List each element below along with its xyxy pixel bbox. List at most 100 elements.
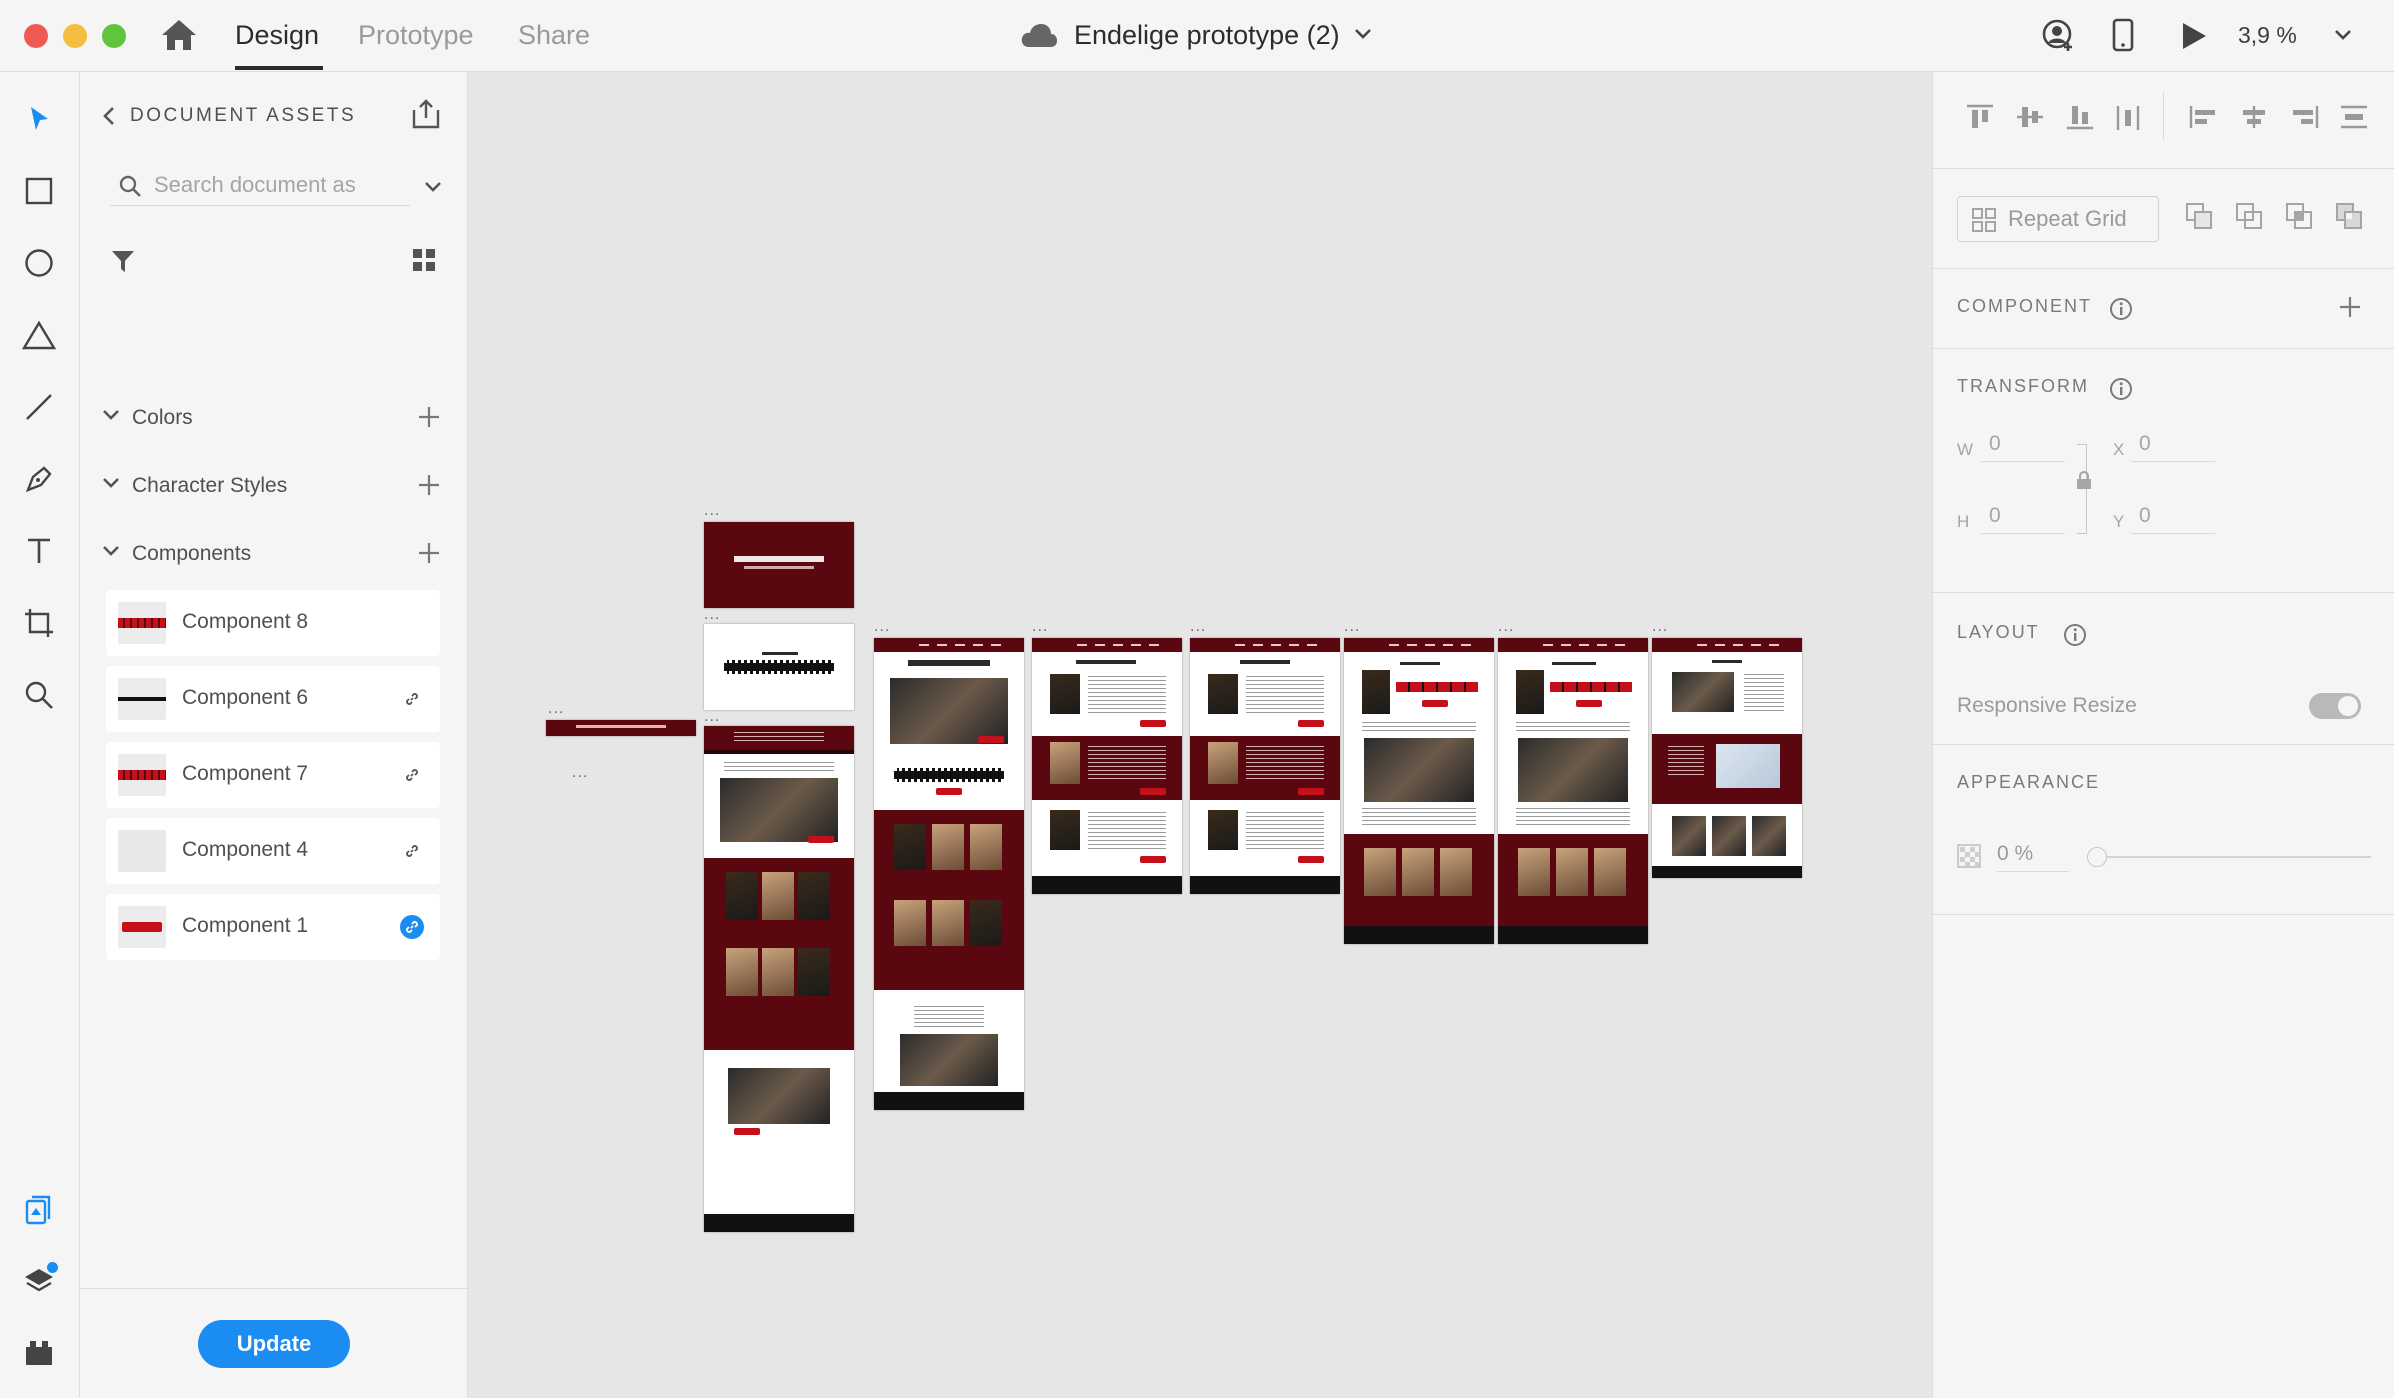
link-icon[interactable] — [400, 915, 424, 939]
component-card[interactable]: Component 1 — [106, 894, 440, 960]
opacity-slider-track[interactable] — [2089, 856, 2371, 858]
artboard-menu[interactable]: ... — [1652, 619, 1668, 635]
tab-prototype[interactable]: Prototype — [358, 20, 474, 51]
component-thumbnail — [118, 830, 166, 872]
layers-icon[interactable] — [20, 1262, 58, 1300]
minimize-window-button[interactable] — [63, 24, 87, 48]
component-card[interactable]: Component 6 — [106, 666, 440, 732]
document-assets-icon[interactable] — [20, 1190, 58, 1228]
artboard-menu[interactable]: ... — [704, 503, 720, 519]
grid-view-icon[interactable] — [412, 248, 436, 277]
character-styles-section[interactable]: Character Styles — [102, 468, 442, 504]
component-card[interactable]: Component 4 — [106, 818, 440, 884]
artboard-menu[interactable]: ... — [548, 701, 564, 717]
align-middle-icon[interactable] — [2015, 104, 2045, 135]
select-tool-icon[interactable] — [20, 100, 58, 138]
artboard[interactable] — [704, 726, 854, 1232]
artboard-menu[interactable]: ... — [1032, 619, 1048, 635]
responsive-resize-toggle[interactable] — [2309, 693, 2361, 719]
zoom-level[interactable]: 3,9 % — [2238, 22, 2297, 49]
artboard[interactable] — [546, 720, 696, 736]
panel-divider — [1933, 914, 2394, 915]
artboard-menu[interactable]: ... — [704, 709, 720, 725]
text-tool-icon[interactable] — [20, 532, 58, 570]
height-field[interactable]: 0 — [1981, 500, 2065, 534]
back-chevron-icon[interactable] — [102, 106, 116, 131]
artboard-menu[interactable]: ... — [572, 765, 588, 781]
align-top-icon[interactable] — [1965, 104, 1995, 135]
align-left-icon[interactable] — [2189, 104, 2219, 135]
component-card[interactable]: Component 7 — [106, 742, 440, 808]
info-icon[interactable] — [2109, 377, 2133, 406]
opacity-slider-thumb[interactable] — [2087, 847, 2107, 867]
tab-share[interactable]: Share — [518, 20, 590, 51]
info-icon[interactable] — [2063, 623, 2087, 652]
artboard[interactable] — [874, 638, 1024, 1110]
artboard-menu[interactable]: ... — [1190, 619, 1206, 635]
maximize-window-button[interactable] — [102, 24, 126, 48]
add-character-style-plus-icon[interactable] — [418, 474, 440, 501]
link-icon[interactable] — [400, 839, 424, 863]
boolean-intersect-icon[interactable] — [2285, 202, 2315, 237]
filter-icon[interactable] — [110, 248, 136, 279]
boolean-exclude-icon[interactable] — [2335, 202, 2365, 237]
boolean-subtract-icon[interactable] — [2235, 202, 2265, 237]
search-field[interactable] — [110, 166, 410, 206]
update-button[interactable]: Update — [198, 1320, 350, 1368]
align-center-icon[interactable] — [2239, 104, 2269, 135]
artboard[interactable] — [1032, 638, 1182, 894]
design-canvas[interactable]: ... ... ... ... ... ... ... ... ... ... … — [468, 72, 1932, 1398]
rectangle-tool-icon[interactable] — [20, 172, 58, 210]
pen-tool-icon[interactable] — [20, 460, 58, 498]
distribute-horizontal-icon[interactable] — [2115, 104, 2141, 137]
distribute-vertical-icon[interactable] — [2339, 104, 2369, 135]
zoom-chevron-down-icon[interactable] — [2334, 28, 2352, 46]
plugins-icon[interactable] — [20, 1334, 58, 1372]
artboard-tool-icon[interactable] — [20, 604, 58, 642]
y-field[interactable]: 0 — [2131, 500, 2215, 534]
property-inspector: Repeat Grid COMPONENT TRANSFORM W 0 X 0 … — [1932, 72, 2394, 1398]
info-icon[interactable] — [2109, 297, 2133, 326]
align-right-icon[interactable] — [2289, 104, 2319, 135]
share-export-icon[interactable] — [410, 98, 442, 135]
artboard-menu[interactable]: ... — [704, 607, 720, 623]
add-color-plus-icon[interactable] — [418, 406, 440, 433]
artboard[interactable] — [1344, 638, 1494, 944]
ellipse-tool-icon[interactable] — [20, 244, 58, 282]
component-card[interactable]: Component 8 — [106, 590, 440, 656]
tab-design[interactable]: Design — [235, 20, 319, 51]
search-input[interactable] — [152, 168, 372, 202]
repeat-grid-button[interactable]: Repeat Grid — [1957, 196, 2159, 242]
artboard[interactable] — [704, 522, 854, 608]
link-icon[interactable] — [400, 763, 424, 787]
artboard-menu[interactable]: ... — [874, 619, 890, 635]
width-field[interactable]: 0 — [1981, 428, 2065, 462]
artboard[interactable] — [704, 624, 854, 710]
colors-section[interactable]: Colors — [102, 400, 442, 436]
close-window-button[interactable] — [24, 24, 48, 48]
device-preview-icon[interactable] — [2112, 18, 2134, 57]
zoom-tool-icon[interactable] — [20, 676, 58, 714]
invite-user-icon[interactable] — [2042, 19, 2076, 58]
align-bottom-icon[interactable] — [2065, 104, 2095, 135]
chevron-down-icon[interactable] — [1354, 27, 1372, 45]
boolean-add-icon[interactable] — [2185, 202, 2215, 237]
document-title[interactable]: Endelige prototype (2) — [1074, 20, 1340, 51]
add-component-plus-icon[interactable] — [418, 542, 440, 569]
x-field[interactable]: 0 — [2131, 428, 2215, 462]
components-section[interactable]: Components — [102, 536, 442, 572]
artboard[interactable] — [1498, 638, 1648, 944]
artboard-menu[interactable]: ... — [1344, 619, 1360, 635]
opacity-field[interactable]: 0 % — [1997, 838, 2069, 872]
artboard[interactable] — [1652, 638, 1802, 878]
home-icon[interactable] — [160, 18, 198, 57]
polygon-tool-icon[interactable] — [20, 316, 58, 354]
play-icon[interactable] — [2180, 21, 2208, 56]
search-filter-chevron-icon[interactable] — [424, 180, 442, 198]
artboard[interactable] — [1190, 638, 1340, 894]
create-component-plus-icon[interactable] — [2339, 296, 2361, 323]
artboard-menu[interactable]: ... — [1498, 619, 1514, 635]
component-name: Component 8 — [182, 610, 309, 633]
line-tool-icon[interactable] — [20, 388, 58, 426]
link-icon[interactable] — [400, 687, 424, 711]
